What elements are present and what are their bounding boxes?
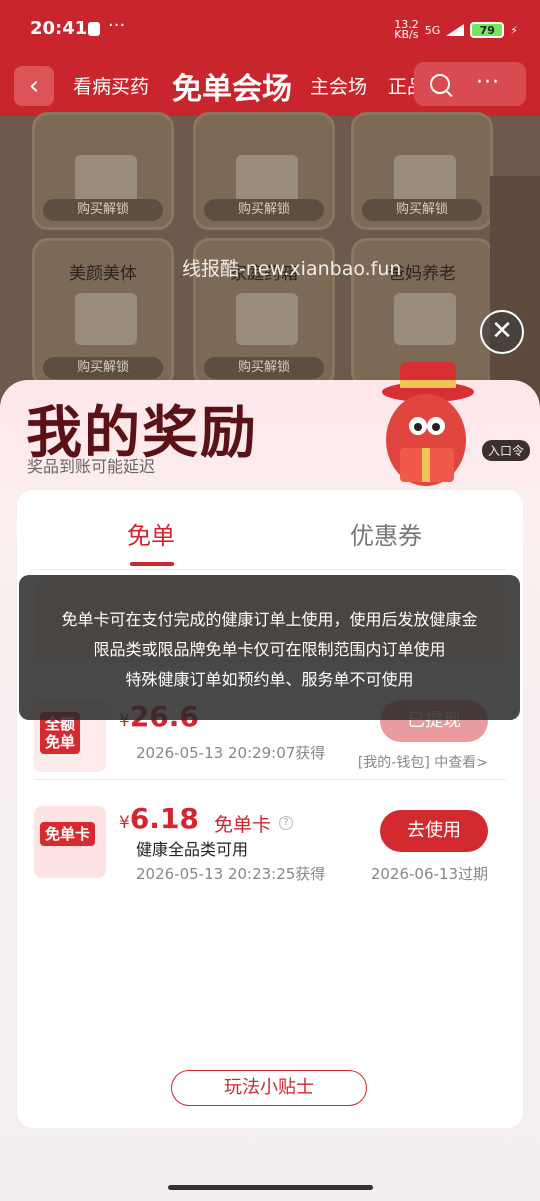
reward-desc: 健康全品类可用 xyxy=(136,840,249,859)
close-button[interactable]: ✕ xyxy=(480,310,524,354)
more-icon[interactable]: ··· xyxy=(476,70,500,95)
product-image xyxy=(75,293,137,345)
back-button[interactable]: ‹ xyxy=(14,66,54,106)
currency: ¥ xyxy=(119,813,130,833)
tile-label: 美颜美体 xyxy=(69,264,137,284)
battery-icon: 79 xyxy=(470,22,505,38)
chevron-left-icon: ‹ xyxy=(28,71,40,101)
tab-medicine[interactable]: 看病买药 xyxy=(73,72,149,99)
help-icon[interactable]: ? xyxy=(279,816,293,830)
amount-value: 6.18 xyxy=(129,802,199,835)
lock-label: 购买解锁 xyxy=(362,199,482,221)
network-type: 5G xyxy=(424,23,441,37)
lock-label: 购买解锁 xyxy=(43,199,163,221)
product-image xyxy=(394,293,456,345)
reward-amount: ¥6.18 xyxy=(119,802,199,835)
wallet-link[interactable]: [我的-钱包] 中查看> xyxy=(358,752,488,772)
tab-main-venue[interactable]: 主会场 xyxy=(310,72,367,99)
reward-time: 2026-05-13 20:29:07获得 xyxy=(136,744,326,762)
reward-time: 2026-05-13 20:23:25获得 xyxy=(136,865,326,883)
close-icon: ✕ xyxy=(491,316,513,346)
tab-indicator xyxy=(130,562,174,566)
product-tile: 购买解锁 xyxy=(351,112,493,230)
divider xyxy=(34,569,506,570)
entry-tag[interactable]: 入口令 xyxy=(482,440,531,461)
status-time: 20:41 xyxy=(30,18,88,39)
side-banner xyxy=(490,176,540,406)
reward-row: 免单卡 ¥6.18 免单卡 ? 健康全品类可用 2026-05-13 20:23… xyxy=(34,780,506,900)
rewards-sheet: 我的奖励 奖品到账可能延迟 入口令 免单 优惠券 全额 免单 ¥26.6 202… xyxy=(0,362,540,1201)
toast-line: 免单卡可在支付完成的健康订单上使用，使用后发放健康金 xyxy=(61,610,478,629)
product-tile: 购买解锁 xyxy=(193,112,335,230)
tab-free[interactable]: 免单 xyxy=(127,516,175,551)
toast-line: 特殊健康订单如预约单、服务单不可使用 xyxy=(125,670,414,689)
product-tile: 购买解锁 xyxy=(32,112,174,230)
signal-icon xyxy=(446,24,465,36)
tab-free-venue[interactable]: 免单会场 xyxy=(172,64,292,108)
top-nav: ‹ 看病买药 免单会场 主会场 正品 ··· xyxy=(0,60,540,116)
charging-icon: ⚡ xyxy=(510,23,518,37)
net-speed: 13.2 KB/s xyxy=(394,18,419,41)
home-indicator[interactable] xyxy=(168,1185,373,1190)
status-dots: ··· xyxy=(108,15,126,36)
use-button[interactable]: 去使用 xyxy=(380,810,488,852)
lock-label: 购买解锁 xyxy=(43,357,163,379)
sheet-subtitle: 奖品到账可能延迟 xyxy=(27,457,156,476)
lock-label: 购买解锁 xyxy=(204,357,324,379)
free-card-tag: 免单卡 xyxy=(214,814,272,836)
nav-tools: ··· xyxy=(414,62,526,106)
expire-date: 2026-06-13过期 xyxy=(370,865,488,883)
search-icon[interactable] xyxy=(430,74,450,94)
tab-coupon[interactable]: 优惠券 xyxy=(350,516,422,551)
mascot-icon xyxy=(382,362,474,486)
thumb-label: 免单卡 xyxy=(40,822,96,846)
status-bar: 20:41 ··· 13.2 KB/s 5G 79 ⚡ xyxy=(0,0,540,60)
toast-line: 限品类或限品牌免单卡仅可在限制范围内订单使用 xyxy=(93,640,446,659)
product-tile: 美颜美体 购买解锁 xyxy=(32,238,174,388)
free-card-thumb: 免单卡 xyxy=(34,806,106,878)
watermark: 线报酷-new.xianbao.fun xyxy=(182,258,402,280)
product-image xyxy=(236,293,298,345)
lock-label: 购买解锁 xyxy=(204,199,324,221)
toast-message: 免单卡可在支付完成的健康订单上使用，使用后发放健康金 限品类或限品牌免单卡仅可在… xyxy=(19,575,520,720)
microphone-icon xyxy=(88,22,100,36)
status-indicators: 13.2 KB/s 5G 79 ⚡ xyxy=(394,18,518,41)
tips-button[interactable]: 玩法小贴士 xyxy=(171,1070,367,1106)
